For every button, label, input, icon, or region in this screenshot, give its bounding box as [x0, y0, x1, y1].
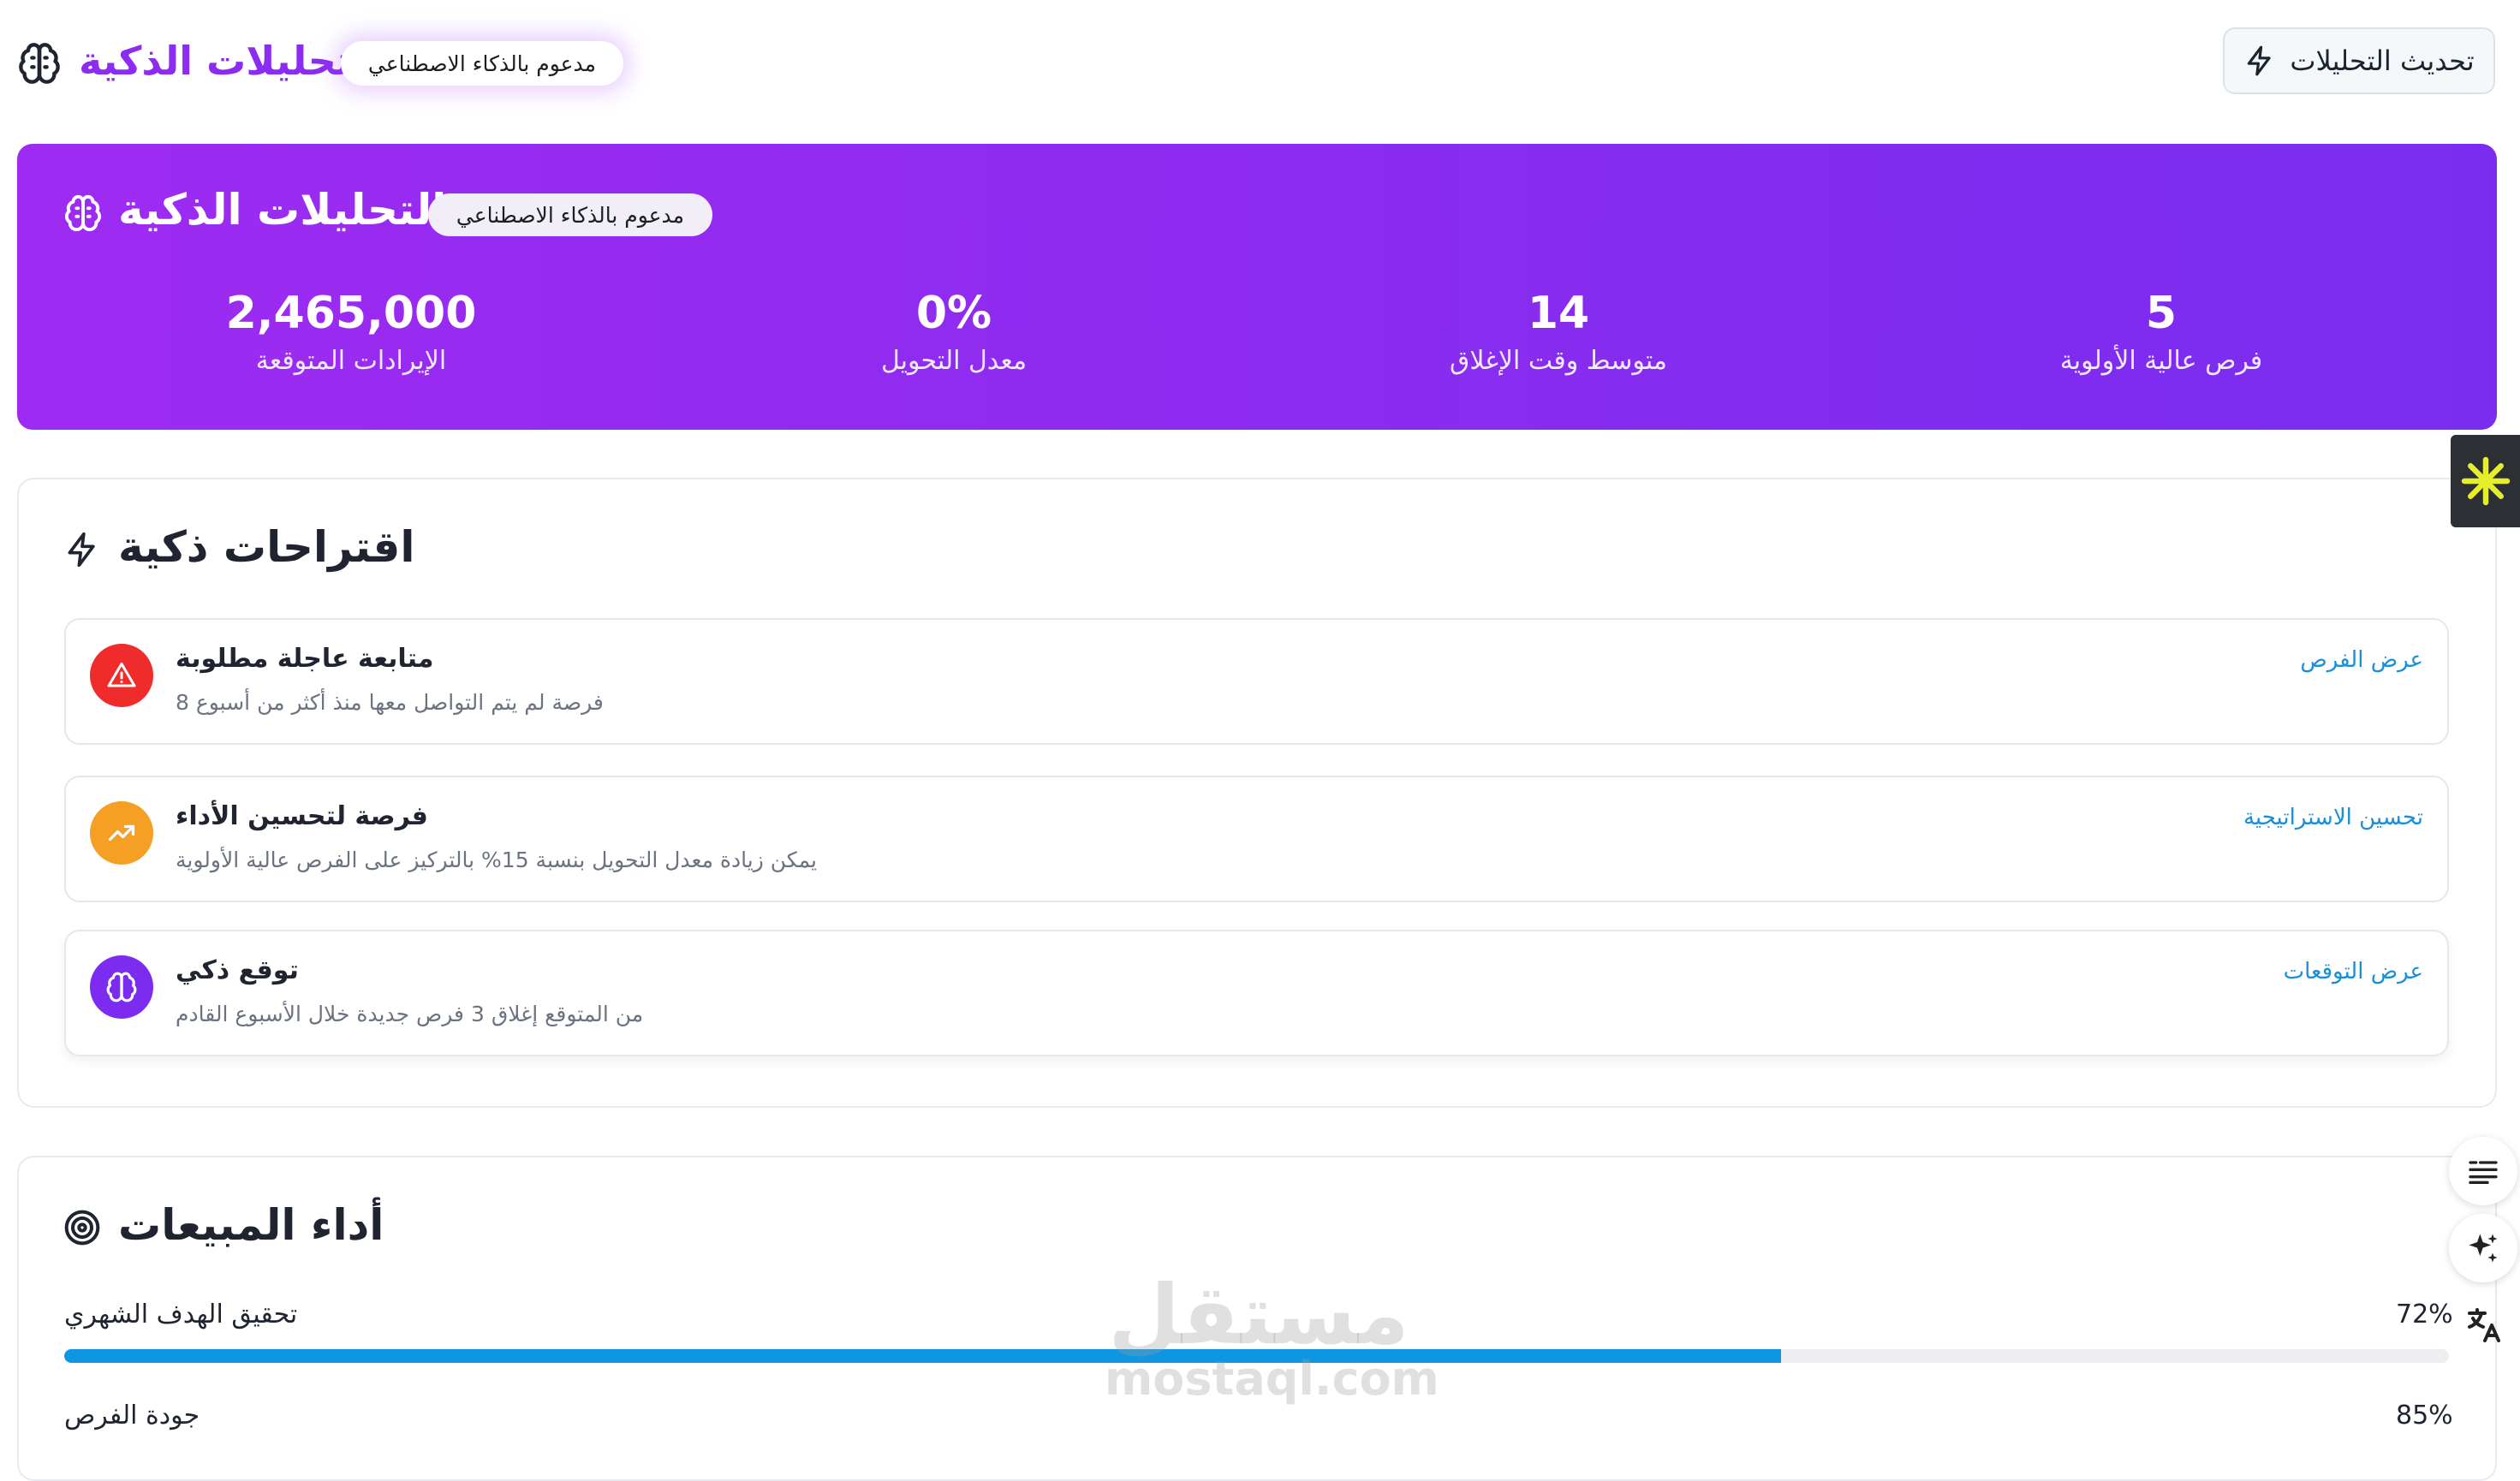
trending-up-icon — [90, 801, 153, 865]
stat-expected-revenue-label: الإيرادات المتوقعة — [255, 346, 447, 376]
page-title: التحليلات الذكية — [79, 38, 381, 84]
stat-expected-revenue-value: 2,465,000 — [225, 288, 477, 339]
stat-high-priority-value: 5 — [2145, 288, 2177, 339]
watermark-arabic: مستقل — [1108, 1267, 1409, 1363]
stat-avg-close-time-label: متوسط وقت الإغلاق — [1450, 346, 1667, 376]
text-lines-icon — [2469, 1161, 2498, 1184]
sales-performance-title: أداء المبيعات — [118, 1200, 384, 1250]
watermark-latin: mostaql.com — [1105, 1352, 1439, 1406]
stat-avg-close-time-value: 14 — [1527, 288, 1590, 339]
suggestion-title: متابعة عاجلة مطلوبة — [176, 644, 434, 674]
alert-triangle-icon — [90, 644, 153, 707]
suggestion-item-urgent-followup: متابعة عاجلة مطلوبة فرصة لم يتم التواصل … — [64, 618, 2449, 745]
side-widget-toggle[interactable] — [2451, 435, 2520, 527]
stat-high-priority-label: فرص عالية الأولوية — [2059, 346, 2263, 376]
brain-icon — [19, 43, 60, 84]
hero-title: التحليلات الذكية — [118, 185, 447, 235]
ai-powered-badge: مدعوم بالذكاء الاصطناعي — [341, 41, 623, 86]
suggestion-item-smart-forecast: توقع ذكي من المتوقع إغلاق 3 فرص جديدة خل… — [64, 930, 2449, 1056]
opportunity-quality-label: جودة الفرص — [64, 1401, 200, 1430]
monthly-target-progress-fill — [64, 1349, 1782, 1363]
stat-conversion-rate-value: 0% — [915, 288, 992, 339]
stat-conversion-rate-label: معدل التحويل — [880, 346, 1028, 376]
suggestion-description: من المتوقع إغلاق 3 فرص جديدة خلال الأسبو… — [176, 1002, 644, 1026]
suggestion-title: فرصة لتحسين الأداء — [176, 801, 428, 831]
watermark: مستقل mostaql.com — [1105, 1267, 1439, 1406]
refresh-button-label: تحديث التحليلات — [2290, 45, 2475, 77]
opportunity-quality-percent: 85% — [2396, 1401, 2453, 1430]
brain-icon — [64, 194, 102, 232]
lightning-icon — [68, 532, 95, 568]
refresh-analytics-button[interactable]: تحديث التحليلات — [2223, 27, 2495, 94]
ai-powered-badge: مدعوم بالذكاء الاصطناعي — [428, 193, 712, 236]
suggestion-description: يمكن زيادة معدل التحويل بنسبة 15% بالترك… — [176, 848, 818, 872]
target-icon — [64, 1210, 100, 1246]
smart-suggestions-title: اقتراحات ذكية — [118, 522, 415, 572]
translate-icon[interactable] — [2463, 1305, 2504, 1346]
asterisk-icon — [2461, 456, 2510, 506]
suggestion-title: توقع ذكي — [176, 955, 299, 985]
suggestion-description: فرصة لم يتم التواصل معها منذ أكثر من أسب… — [176, 690, 604, 715]
view-opportunities-link[interactable]: عرض الفرص — [2300, 647, 2423, 673]
monthly-target-label: تحقيق الهدف الشهري — [64, 1300, 298, 1329]
suggestion-item-performance: فرصة لتحسين الأداء يمكن زيادة معدل التحو… — [64, 776, 2449, 902]
lightning-icon — [2248, 45, 2272, 76]
brain-icon — [90, 955, 153, 1019]
improve-strategy-link[interactable]: تحسين الاستراتيجية — [2243, 805, 2423, 830]
analytics-hero-banner: التحليلات الذكية مدعوم بالذكاء الاصطناعي… — [17, 144, 2497, 430]
view-forecasts-link[interactable]: عرض التوقعات — [2284, 959, 2423, 984]
sparkles-icon — [2469, 1234, 2498, 1263]
reader-tool-button[interactable] — [2449, 1137, 2517, 1205]
ai-sparkle-button[interactable] — [2449, 1214, 2517, 1282]
monthly-target-percent: 72% — [2396, 1300, 2453, 1329]
